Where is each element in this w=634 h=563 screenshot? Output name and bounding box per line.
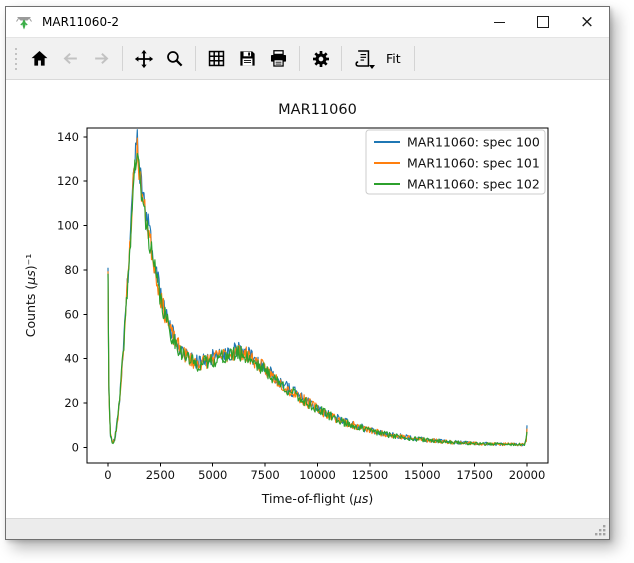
mantid-logo-icon [15,13,33,31]
gear-icon [311,49,331,69]
window-title: MAR11060-2 [42,15,119,29]
print-button[interactable] [265,45,292,72]
home-button[interactable] [26,45,53,72]
resize-grip[interactable] [594,524,606,536]
legend-label-1: MAR11060: spec 101 [407,156,540,171]
x-tick-label: 17500 [456,468,493,482]
floppy-icon [238,49,257,68]
arrow-left-icon [61,49,80,68]
y-axis-label: Counts (μs)⁻¹ [23,254,38,337]
legend-label-0: MAR11060: spec 100 [407,135,540,150]
fit-button[interactable]: Fit [378,51,409,66]
grid-button[interactable] [203,45,230,72]
dropdown-arrow-icon [369,65,375,69]
y-tick-label: 20 [64,396,79,410]
x-tick-label: 12500 [352,468,389,482]
y-tick-label: 120 [57,174,79,188]
arrow-right-icon [92,49,111,68]
generate-script-button[interactable] [349,45,376,72]
x-tick-label: 10000 [299,468,336,482]
legend-label-2: MAR11060: spec 102 [407,177,540,192]
close-button[interactable]: × [565,7,609,37]
close-icon: × [580,14,594,31]
y-tick-label: 80 [64,263,79,277]
zoom-button[interactable] [161,45,188,72]
maximize-button[interactable] [521,7,565,37]
x-tick-label: 0 [104,468,111,482]
title-bar[interactable]: MAR11060-2 × [6,7,609,37]
minimize-icon [494,22,505,23]
chart-title: MAR11060 [278,102,357,118]
toolbar-separator [195,46,196,71]
y-tick-label: 0 [72,440,79,454]
forward-button[interactable] [88,45,115,72]
plot-toolbar: Fit [6,37,609,80]
y-tick-label: 40 [64,352,79,366]
y-tick-label: 140 [57,130,79,144]
toolbar-separator [299,46,300,71]
x-tick-label: 15000 [404,468,441,482]
printer-icon [269,49,288,68]
plot-window: MAR11060-2 × [5,6,610,540]
toolbar-drag-handle[interactable] [15,48,17,70]
status-bar [6,518,609,539]
magnifier-icon [165,49,184,68]
home-icon [30,49,49,68]
minimize-button[interactable] [477,7,521,37]
maximize-icon [537,16,549,28]
grid-icon [207,49,226,68]
y-tick-label: 100 [57,219,79,233]
x-tick-label: 2500 [146,468,175,482]
toolbar-separator [414,46,415,71]
toolbar-separator [341,46,342,71]
pan-button[interactable] [130,45,157,72]
x-tick-label: 5000 [198,468,227,482]
toolbar-separator [122,46,123,71]
x-tick-label: 7500 [250,468,279,482]
x-axis-label: Time-of-flight (μs) [261,491,374,506]
series-line-2 [108,154,527,446]
back-button[interactable] [57,45,84,72]
plot-figure[interactable]: 0 2500 5000 7500 10000 12500 15000 17500 20000 0 2… [6,80,607,519]
y-tick-label: 60 [64,307,79,321]
figure-canvas[interactable]: 0 2500 5000 7500 10000 12500 15000 17500 20000 0 2… [6,80,609,519]
move-icon [134,49,154,69]
x-tick-label: 20000 [509,468,546,482]
customize-button[interactable] [307,45,334,72]
save-button[interactable] [234,45,261,72]
